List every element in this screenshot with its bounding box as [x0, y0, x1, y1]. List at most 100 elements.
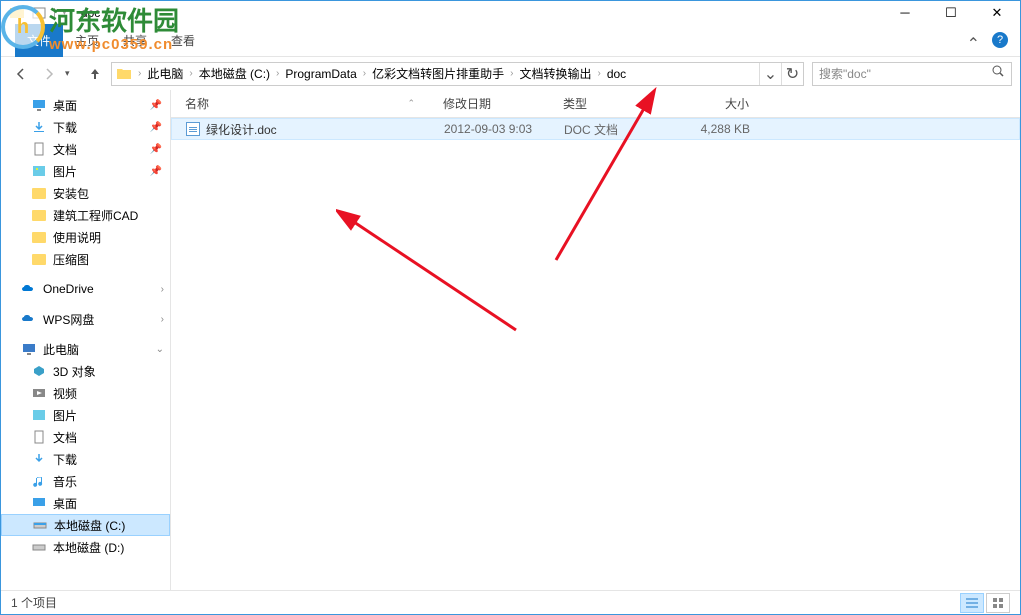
nav-back-button[interactable]: [9, 62, 33, 86]
qat-properties-icon[interactable]: [31, 5, 47, 21]
3d-icon: [31, 363, 47, 379]
breadcrumb-item[interactable]: doc: [603, 67, 630, 81]
breadcrumb-sep[interactable]: ›: [508, 68, 515, 79]
drive-icon: [32, 517, 48, 533]
pc-icon: [21, 341, 37, 357]
breadcrumb-item[interactable]: 亿彩文档转图片排重助手: [368, 65, 508, 82]
tree-item-locald[interactable]: 本地磁盘 (D:): [1, 536, 170, 558]
breadcrumb-item[interactable]: 文档转换输出: [515, 65, 595, 82]
downloads-icon: [31, 451, 47, 467]
tree-item-videos[interactable]: 视频: [1, 382, 170, 404]
tree-item-wps[interactable]: WPS网盘 ›: [1, 308, 170, 330]
tree-label: 文档: [53, 141, 77, 158]
tree-item-installpkg[interactable]: 安装包: [1, 182, 170, 204]
file-row[interactable]: 绿化设计.doc 2012-09-03 9:03 DOC 文档 4,288 KB: [171, 118, 1020, 140]
tree-label: 本地磁盘 (C:): [54, 517, 125, 534]
doc-file-icon: [186, 122, 200, 136]
sort-indicator-icon: ⌃: [407, 98, 415, 109]
tree-item-usage[interactable]: 使用说明: [1, 226, 170, 248]
folder-icon: [31, 251, 47, 267]
pin-icon: 📌: [150, 166, 162, 177]
close-button[interactable]: ✕: [974, 1, 1020, 24]
folder-icon: [31, 229, 47, 245]
tree-item-thumbnails[interactable]: 压缩图: [1, 248, 170, 270]
file-date-cell: 2012-09-03 9:03: [430, 122, 550, 136]
status-item-count: 1 个项目: [11, 594, 57, 611]
tree-item-documents[interactable]: 文档📌: [1, 138, 170, 160]
tree-item-desktop2[interactable]: 桌面: [1, 492, 170, 514]
ribbon-tab-view[interactable]: 查看: [159, 24, 207, 57]
ribbon-bar: 文件 主页 共享 查看 ⌃ ?: [1, 24, 1020, 57]
view-details-button[interactable]: [960, 593, 984, 613]
tree-item-downloads2[interactable]: 下载: [1, 448, 170, 470]
minimize-button[interactable]: ─: [882, 1, 928, 24]
pin-icon: 📌: [150, 100, 162, 111]
tree-item-documents2[interactable]: 文档: [1, 426, 170, 448]
help-button[interactable]: ?: [992, 32, 1008, 48]
breadcrumb-item[interactable]: 本地磁盘 (C:): [195, 65, 274, 82]
column-headers: 名称⌃ 修改日期 类型 大小: [171, 90, 1020, 118]
tree-label: 压缩图: [53, 251, 89, 268]
tree-item-onedrive[interactable]: OneDrive ›: [1, 278, 170, 300]
breadcrumb-sep[interactable]: ›: [595, 68, 602, 79]
breadcrumb-sep[interactable]: ›: [274, 68, 281, 79]
tree-label: 本地磁盘 (D:): [53, 539, 124, 556]
address-folder-icon: [116, 66, 132, 82]
tree-item-pictures2[interactable]: 图片: [1, 404, 170, 426]
tree-item-downloads[interactable]: 下载📌: [1, 116, 170, 138]
tree-item-localc[interactable]: 本地磁盘 (C:): [1, 514, 170, 536]
breadcrumb-item[interactable]: 此电脑: [143, 65, 187, 82]
wps-icon: [21, 311, 37, 327]
breadcrumb-sep[interactable]: ›: [187, 68, 194, 79]
music-icon: [31, 473, 47, 489]
search-box[interactable]: 搜索"doc": [812, 62, 1012, 86]
address-refresh-button[interactable]: ↻: [781, 63, 803, 85]
ribbon-tab-share[interactable]: 共享: [111, 24, 159, 57]
nav-history-dropdown[interactable]: ▾: [65, 68, 79, 79]
navigation-tree[interactable]: 桌面📌 下载📌 文档📌 图片📌 安装包 建筑工程师CAD 使用说明 压缩图 On…: [1, 90, 171, 590]
documents-icon: [31, 141, 47, 157]
ribbon-tab-home[interactable]: 主页: [63, 24, 111, 57]
col-header-name[interactable]: 名称⌃: [171, 95, 429, 112]
qat-dropdown-icon[interactable]: ▾: [62, 7, 67, 18]
col-header-type[interactable]: 类型: [549, 95, 673, 112]
file-list-area[interactable]: 名称⌃ 修改日期 类型 大小 绿化设计.doc 2012-09-03 9:03 …: [171, 90, 1020, 590]
tree-label: 建筑工程师CAD: [53, 207, 138, 224]
tree-item-3dobjects[interactable]: 3D 对象: [1, 360, 170, 382]
address-dropdown-button[interactable]: ⌄: [759, 63, 781, 85]
view-icons-button[interactable]: [986, 593, 1010, 613]
status-bar: 1 个项目: [1, 590, 1020, 614]
ribbon-tab-file[interactable]: 文件: [15, 24, 63, 57]
tree-item-thispc[interactable]: 此电脑⌄: [1, 338, 170, 360]
tree-label: WPS网盘: [43, 311, 94, 328]
title-bar: | ▾ doc ─ ☐ ✕: [1, 1, 1020, 24]
maximize-button[interactable]: ☐: [928, 1, 974, 24]
tree-label: 视频: [53, 385, 77, 402]
documents-icon: [31, 429, 47, 445]
app-folder-icon: [9, 5, 25, 21]
chevron-icon[interactable]: ›: [161, 284, 164, 295]
address-bar[interactable]: › 此电脑 › 本地磁盘 (C:) › ProgramData › 亿彩文档转图…: [111, 62, 804, 86]
breadcrumb-item[interactable]: ProgramData: [281, 67, 360, 81]
tree-label: OneDrive: [43, 282, 94, 296]
chevron-down-icon[interactable]: ⌄: [156, 344, 164, 355]
tree-item-desktop[interactable]: 桌面📌: [1, 94, 170, 116]
folder-icon: [31, 207, 47, 223]
breadcrumb-sep[interactable]: ›: [136, 68, 143, 79]
ribbon-collapse-icon[interactable]: ⌃: [967, 34, 980, 54]
tree-item-pictures[interactable]: 图片 📌: [1, 160, 170, 182]
nav-up-button[interactable]: [83, 62, 107, 86]
chevron-icon[interactable]: ›: [161, 314, 164, 325]
window-title: doc: [81, 6, 100, 20]
tree-item-music[interactable]: 音乐: [1, 470, 170, 492]
tree-label: 图片: [53, 163, 77, 180]
tree-label: 音乐: [53, 473, 77, 490]
breadcrumb-sep[interactable]: ›: [361, 68, 368, 79]
pictures-icon: [31, 163, 47, 179]
col-header-date[interactable]: 修改日期: [429, 95, 549, 112]
col-header-size[interactable]: 大小: [673, 95, 763, 112]
nav-forward-button[interactable]: [37, 62, 61, 86]
search-icon[interactable]: [991, 64, 1005, 83]
tree-label: 下载: [53, 451, 77, 468]
tree-item-archcad[interactable]: 建筑工程师CAD: [1, 204, 170, 226]
